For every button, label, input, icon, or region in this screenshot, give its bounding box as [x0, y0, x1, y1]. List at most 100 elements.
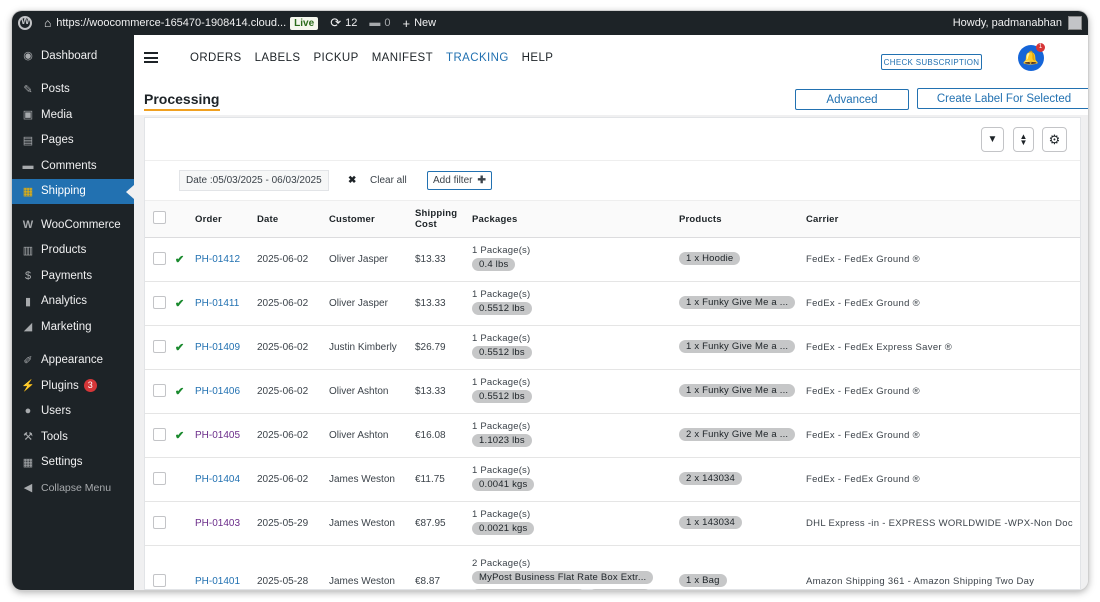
admin-sidebar: ◉ Dashboard ✎ Posts ▣ Media ▤ Pages ▬ Comment… — [12, 35, 134, 590]
column-carrier[interactable]: Carrier — [806, 200, 1080, 238]
sidebar-item-dashboard[interactable]: ◉ Dashboard — [12, 43, 134, 69]
products-cell: 1 x Funky Give Me a ... — [679, 325, 806, 370]
sidebar-item-label: Media — [41, 108, 73, 121]
sidebar-item-appearance[interactable]: ✐ Appearance — [12, 348, 134, 374]
table-row[interactable]: PH-01404 2025-06-02 James Weston €11.75 1 Pa… — [145, 457, 1080, 502]
row-checkbox[interactable] — [153, 515, 166, 529]
sidebar-item-media[interactable]: ▣ Media — [12, 102, 134, 128]
wordpress-logo[interactable] — [12, 11, 38, 35]
order-date: 2025-06-02 — [257, 237, 329, 282]
nav-pickup[interactable]: PICKUP — [313, 52, 358, 64]
create-label-button[interactable]: Create Label For Selected — [917, 88, 1088, 109]
sidebar-item-plugins[interactable]: ⚡ Plugins 3 — [12, 373, 134, 399]
customer-name: Justin Kimberly — [329, 325, 415, 370]
customer-name: Oliver Ashton — [329, 369, 415, 414]
row-checkbox[interactable] — [153, 471, 166, 485]
nav-manifest[interactable]: MANIFEST — [372, 52, 433, 64]
date-filter-chip[interactable]: Date :05/03/2025 - 06/03/2025 — [179, 170, 329, 191]
nav-labels[interactable]: LABELS — [255, 52, 301, 64]
clear-all-link[interactable]: Clear all — [370, 175, 407, 186]
sidebar-item-tools[interactable]: ⚒ Tools — [12, 424, 134, 450]
avatar — [1068, 16, 1082, 30]
hamburger-menu-icon[interactable] — [144, 52, 158, 63]
order-link[interactable]: PH-01401 — [195, 576, 240, 587]
carrier-name: DHL Express -in - EXPRESS WORLDWIDE -WPX… — [806, 501, 1080, 546]
page-title: Processing — [144, 91, 220, 107]
column-shipping-cost-line2: Cost — [415, 219, 437, 230]
nav-help[interactable]: HELP — [522, 52, 554, 64]
row-checkbox[interactable] — [153, 251, 166, 265]
sidebar-item-shipping[interactable]: ▦ Shipping — [12, 178, 134, 204]
check-icon: ✔ — [175, 342, 185, 354]
table-row[interactable]: ✔ PH-01412 2025-06-02 Oliver Jasper $13.33 1 … — [145, 237, 1080, 282]
table-row[interactable]: ✔ PH-01405 2025-06-02 Oliver Ashton €16.08 1 … — [145, 413, 1080, 458]
new-content-link[interactable]: + New — [396, 11, 442, 35]
table-row[interactable]: PH-01403 2025-05-29 James Weston €87.95 1 Pa… — [145, 501, 1080, 546]
sidebar-item-label: Analytics — [41, 295, 88, 308]
updates-link[interactable]: ⟳ 12 — [324, 11, 363, 35]
table-row[interactable]: ✔ PH-01409 2025-06-02 Justin Kimberly $26.79… — [145, 325, 1080, 370]
row-checkbox[interactable] — [153, 295, 166, 309]
order-link[interactable]: PH-01406 — [195, 386, 240, 397]
pages-icon: ▤ — [22, 134, 34, 147]
package-pill: 0.0021 kgs — [472, 522, 535, 535]
column-date[interactable]: Date — [257, 200, 329, 238]
column-packages[interactable]: Packages — [472, 200, 679, 238]
row-checkbox[interactable] — [153, 339, 166, 353]
order-link[interactable]: PH-01403 — [195, 518, 240, 529]
packages-cell: 2 Package(s) MyPost Business Flat Rate Bo… — [472, 545, 679, 590]
sort-button[interactable]: ▲ ▼ — [1013, 127, 1034, 152]
column-order[interactable]: Order — [195, 200, 257, 238]
sidebar-item-comments[interactable]: ▬ Comments — [12, 153, 134, 179]
gear-icon: ⚙ — [1048, 131, 1061, 147]
order-link[interactable]: PH-01411 — [195, 298, 239, 309]
select-all-checkbox[interactable] — [153, 211, 166, 224]
sidebar-item-settings[interactable]: ▦ Settings — [12, 450, 134, 476]
sidebar-item-payments[interactable]: $ Payments — [12, 263, 134, 289]
order-link[interactable]: PH-01409 — [195, 342, 240, 353]
row-checkbox[interactable] — [153, 427, 166, 441]
table-row[interactable]: ✔ PH-01406 2025-06-02 Oliver Ashton $13.33 1 … — [145, 369, 1080, 414]
filter-toggle-button[interactable]: ▼ — [981, 127, 1004, 152]
check-subscription-button[interactable]: CHECK SUBSCRIPTION — [881, 54, 982, 70]
nav-tracking[interactable]: TRACKING — [446, 52, 509, 64]
sidebar-item-woocommerce[interactable]: W WooCommerce — [12, 212, 134, 238]
column-shipping-cost[interactable]: Shipping Cost — [415, 200, 472, 238]
add-filter-button[interactable]: Add filter ✚ — [427, 171, 492, 190]
package-count: 1 Package(s) — [472, 509, 531, 520]
sidebar-item-marketing[interactable]: ◢ Marketing — [12, 314, 134, 340]
order-link[interactable]: PH-01405 — [195, 430, 240, 441]
filter-icon: ▼ — [987, 134, 998, 145]
payments-icon: $ — [24, 269, 32, 282]
comments-link[interactable]: ▬ 0 — [363, 11, 396, 35]
sidebar-item-pages[interactable]: ▤ Pages — [12, 128, 134, 154]
nav-orders[interactable]: ORDERS — [190, 52, 242, 64]
row-checkbox[interactable] — [153, 573, 166, 587]
shipping-cost: $13.33 — [415, 369, 472, 414]
collapse-menu-button[interactable]: ◀ Collapse Menu — [12, 475, 134, 501]
site-link[interactable]: ⌂ https://woocommerce-165470-1908414.clo… — [38, 11, 324, 35]
package-pill: 43.9999 x 27.7 x 16.... — [472, 589, 585, 590]
sidebar-item-label: Plugins — [41, 379, 79, 392]
row-checkbox[interactable] — [153, 383, 166, 397]
sidebar-item-analytics[interactable]: ▮ Analytics — [12, 289, 134, 315]
check-icon: ✔ — [175, 386, 185, 398]
plus-icon: + — [402, 15, 411, 31]
column-customer[interactable]: Customer — [329, 200, 415, 238]
shipping-cost: €11.75 — [415, 457, 472, 502]
advanced-button[interactable]: Advanced — [795, 89, 909, 110]
account-menu[interactable]: Howdy, padmanabhan — [953, 16, 1088, 30]
clear-filter-close-icon[interactable]: ✖ — [348, 175, 356, 186]
table-row[interactable]: PH-01401 2025-05-28 James Weston €8.87 2 Pac… — [145, 545, 1080, 590]
order-link[interactable]: PH-01412 — [195, 254, 240, 265]
sidebar-item-users[interactable]: ● Users — [12, 399, 134, 425]
table-settings-button[interactable]: ⚙ — [1042, 127, 1067, 152]
table-row[interactable]: ✔ PH-01411 2025-06-02 Oliver Jasper $13.33 1 … — [145, 281, 1080, 326]
plugin-top-nav: ORDERS LABELS PICKUP MANIFEST TRACKING H… — [134, 35, 1088, 81]
sidebar-item-products[interactable]: ▥ Products — [12, 238, 134, 264]
sidebar-item-posts[interactable]: ✎ Posts — [12, 77, 134, 103]
dashboard-icon: ◉ — [23, 50, 33, 63]
column-products[interactable]: Products — [679, 200, 806, 238]
order-link[interactable]: PH-01404 — [195, 474, 240, 485]
order-date: 2025-06-02 — [257, 281, 329, 326]
